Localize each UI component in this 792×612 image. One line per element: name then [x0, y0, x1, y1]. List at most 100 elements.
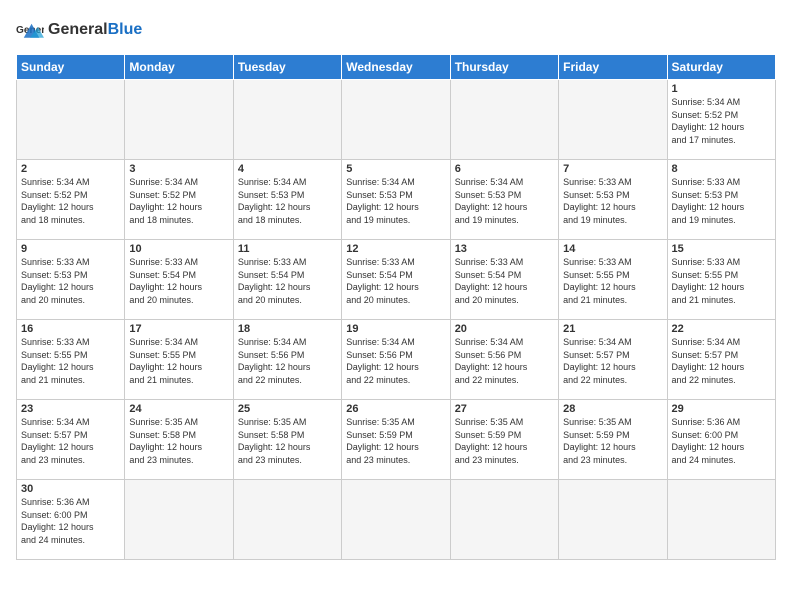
day-info: Sunrise: 5:34 AM Sunset: 5:56 PM Dayligh… [346, 336, 445, 386]
calendar-cell: 4Sunrise: 5:34 AM Sunset: 5:53 PM Daylig… [233, 160, 341, 240]
calendar-week-4: 16Sunrise: 5:33 AM Sunset: 5:55 PM Dayli… [17, 320, 776, 400]
day-info: Sunrise: 5:33 AM Sunset: 5:53 PM Dayligh… [21, 256, 120, 306]
day-info: Sunrise: 5:34 AM Sunset: 5:57 PM Dayligh… [21, 416, 120, 466]
day-info: Sunrise: 5:34 AM Sunset: 5:53 PM Dayligh… [455, 176, 554, 226]
calendar-cell: 8Sunrise: 5:33 AM Sunset: 5:53 PM Daylig… [667, 160, 775, 240]
calendar-cell: 16Sunrise: 5:33 AM Sunset: 5:55 PM Dayli… [17, 320, 125, 400]
day-info: Sunrise: 5:33 AM Sunset: 5:53 PM Dayligh… [563, 176, 662, 226]
weekday-header-monday: Monday [125, 55, 233, 80]
calendar-cell [342, 480, 450, 560]
weekday-header-wednesday: Wednesday [342, 55, 450, 80]
calendar-cell [667, 480, 775, 560]
calendar-cell: 14Sunrise: 5:33 AM Sunset: 5:55 PM Dayli… [559, 240, 667, 320]
day-number: 8 [672, 163, 771, 175]
calendar-cell: 13Sunrise: 5:33 AM Sunset: 5:54 PM Dayli… [450, 240, 558, 320]
calendar-cell: 20Sunrise: 5:34 AM Sunset: 5:56 PM Dayli… [450, 320, 558, 400]
day-info: Sunrise: 5:34 AM Sunset: 5:56 PM Dayligh… [238, 336, 337, 386]
day-info: Sunrise: 5:35 AM Sunset: 5:58 PM Dayligh… [129, 416, 228, 466]
day-info: Sunrise: 5:33 AM Sunset: 5:54 PM Dayligh… [455, 256, 554, 306]
calendar-cell: 28Sunrise: 5:35 AM Sunset: 5:59 PM Dayli… [559, 400, 667, 480]
day-number: 3 [129, 163, 228, 175]
day-number: 24 [129, 403, 228, 415]
day-info: Sunrise: 5:36 AM Sunset: 6:00 PM Dayligh… [21, 496, 120, 546]
weekday-header-tuesday: Tuesday [233, 55, 341, 80]
calendar-cell: 10Sunrise: 5:33 AM Sunset: 5:54 PM Dayli… [125, 240, 233, 320]
calendar-cell [125, 480, 233, 560]
day-info: Sunrise: 5:34 AM Sunset: 5:56 PM Dayligh… [455, 336, 554, 386]
day-number: 23 [21, 403, 120, 415]
logo-icon: General [16, 16, 44, 44]
calendar-cell: 17Sunrise: 5:34 AM Sunset: 5:55 PM Dayli… [125, 320, 233, 400]
logo-general: General [48, 21, 108, 38]
calendar-cell: 6Sunrise: 5:34 AM Sunset: 5:53 PM Daylig… [450, 160, 558, 240]
day-number: 15 [672, 243, 771, 255]
calendar-cell: 29Sunrise: 5:36 AM Sunset: 6:00 PM Dayli… [667, 400, 775, 480]
weekday-header-saturday: Saturday [667, 55, 775, 80]
calendar-cell: 3Sunrise: 5:34 AM Sunset: 5:52 PM Daylig… [125, 160, 233, 240]
calendar-cell: 25Sunrise: 5:35 AM Sunset: 5:58 PM Dayli… [233, 400, 341, 480]
day-info: Sunrise: 5:35 AM Sunset: 5:59 PM Dayligh… [563, 416, 662, 466]
calendar-week-1: 1Sunrise: 5:34 AM Sunset: 5:52 PM Daylig… [17, 80, 776, 160]
calendar-cell [233, 80, 341, 160]
day-info: Sunrise: 5:34 AM Sunset: 5:57 PM Dayligh… [672, 336, 771, 386]
day-number: 29 [672, 403, 771, 415]
day-info: Sunrise: 5:34 AM Sunset: 5:52 PM Dayligh… [129, 176, 228, 226]
calendar-cell: 11Sunrise: 5:33 AM Sunset: 5:54 PM Dayli… [233, 240, 341, 320]
day-number: 21 [563, 323, 662, 335]
weekday-header-thursday: Thursday [450, 55, 558, 80]
day-info: Sunrise: 5:34 AM Sunset: 5:55 PM Dayligh… [129, 336, 228, 386]
day-number: 22 [672, 323, 771, 335]
calendar-week-3: 9Sunrise: 5:33 AM Sunset: 5:53 PM Daylig… [17, 240, 776, 320]
calendar-cell [559, 80, 667, 160]
day-info: Sunrise: 5:33 AM Sunset: 5:55 PM Dayligh… [21, 336, 120, 386]
logo: General GeneralBlue [16, 16, 142, 44]
calendar-cell [559, 480, 667, 560]
calendar-cell [17, 80, 125, 160]
calendar-cell: 19Sunrise: 5:34 AM Sunset: 5:56 PM Dayli… [342, 320, 450, 400]
calendar-cell: 12Sunrise: 5:33 AM Sunset: 5:54 PM Dayli… [342, 240, 450, 320]
calendar-cell [233, 480, 341, 560]
calendar-cell: 26Sunrise: 5:35 AM Sunset: 5:59 PM Dayli… [342, 400, 450, 480]
calendar-cell: 30Sunrise: 5:36 AM Sunset: 6:00 PM Dayli… [17, 480, 125, 560]
calendar-cell: 9Sunrise: 5:33 AM Sunset: 5:53 PM Daylig… [17, 240, 125, 320]
weekday-header-row: SundayMondayTuesdayWednesdayThursdayFrid… [17, 55, 776, 80]
day-number: 7 [563, 163, 662, 175]
day-info: Sunrise: 5:33 AM Sunset: 5:55 PM Dayligh… [563, 256, 662, 306]
calendar-cell: 1Sunrise: 5:34 AM Sunset: 5:52 PM Daylig… [667, 80, 775, 160]
calendar-cell [450, 80, 558, 160]
day-number: 4 [238, 163, 337, 175]
day-number: 9 [21, 243, 120, 255]
calendar-cell: 24Sunrise: 5:35 AM Sunset: 5:58 PM Dayli… [125, 400, 233, 480]
day-number: 16 [21, 323, 120, 335]
day-number: 6 [455, 163, 554, 175]
day-number: 18 [238, 323, 337, 335]
day-number: 12 [346, 243, 445, 255]
day-info: Sunrise: 5:33 AM Sunset: 5:54 PM Dayligh… [238, 256, 337, 306]
day-info: Sunrise: 5:34 AM Sunset: 5:52 PM Dayligh… [672, 96, 771, 146]
page-header: General GeneralBlue [16, 16, 776, 44]
calendar-cell: 23Sunrise: 5:34 AM Sunset: 5:57 PM Dayli… [17, 400, 125, 480]
calendar-table: SundayMondayTuesdayWednesdayThursdayFrid… [16, 54, 776, 560]
day-info: Sunrise: 5:33 AM Sunset: 5:53 PM Dayligh… [672, 176, 771, 226]
calendar-week-6: 30Sunrise: 5:36 AM Sunset: 6:00 PM Dayli… [17, 480, 776, 560]
calendar-cell: 5Sunrise: 5:34 AM Sunset: 5:53 PM Daylig… [342, 160, 450, 240]
day-number: 17 [129, 323, 228, 335]
day-number: 5 [346, 163, 445, 175]
day-number: 28 [563, 403, 662, 415]
day-number: 30 [21, 483, 120, 495]
calendar-cell: 22Sunrise: 5:34 AM Sunset: 5:57 PM Dayli… [667, 320, 775, 400]
day-info: Sunrise: 5:36 AM Sunset: 6:00 PM Dayligh… [672, 416, 771, 466]
weekday-header-friday: Friday [559, 55, 667, 80]
day-number: 10 [129, 243, 228, 255]
day-info: Sunrise: 5:33 AM Sunset: 5:54 PM Dayligh… [346, 256, 445, 306]
calendar-week-2: 2 Sunrise: 5:34 AM Sunset: 5:52 PM Daylig… [17, 160, 776, 240]
calendar-week-5: 23Sunrise: 5:34 AM Sunset: 5:57 PM Dayli… [17, 400, 776, 480]
calendar-cell: 15Sunrise: 5:33 AM Sunset: 5:55 PM Dayli… [667, 240, 775, 320]
day-number: 2 [21, 163, 120, 175]
calendar-cell [125, 80, 233, 160]
day-number: 19 [346, 323, 445, 335]
calendar-cell: 7Sunrise: 5:33 AM Sunset: 5:53 PM Daylig… [559, 160, 667, 240]
day-info: Sunrise: 5:34 AM Sunset: 5:57 PM Dayligh… [563, 336, 662, 386]
day-number: 14 [563, 243, 662, 255]
day-number: 11 [238, 243, 337, 255]
